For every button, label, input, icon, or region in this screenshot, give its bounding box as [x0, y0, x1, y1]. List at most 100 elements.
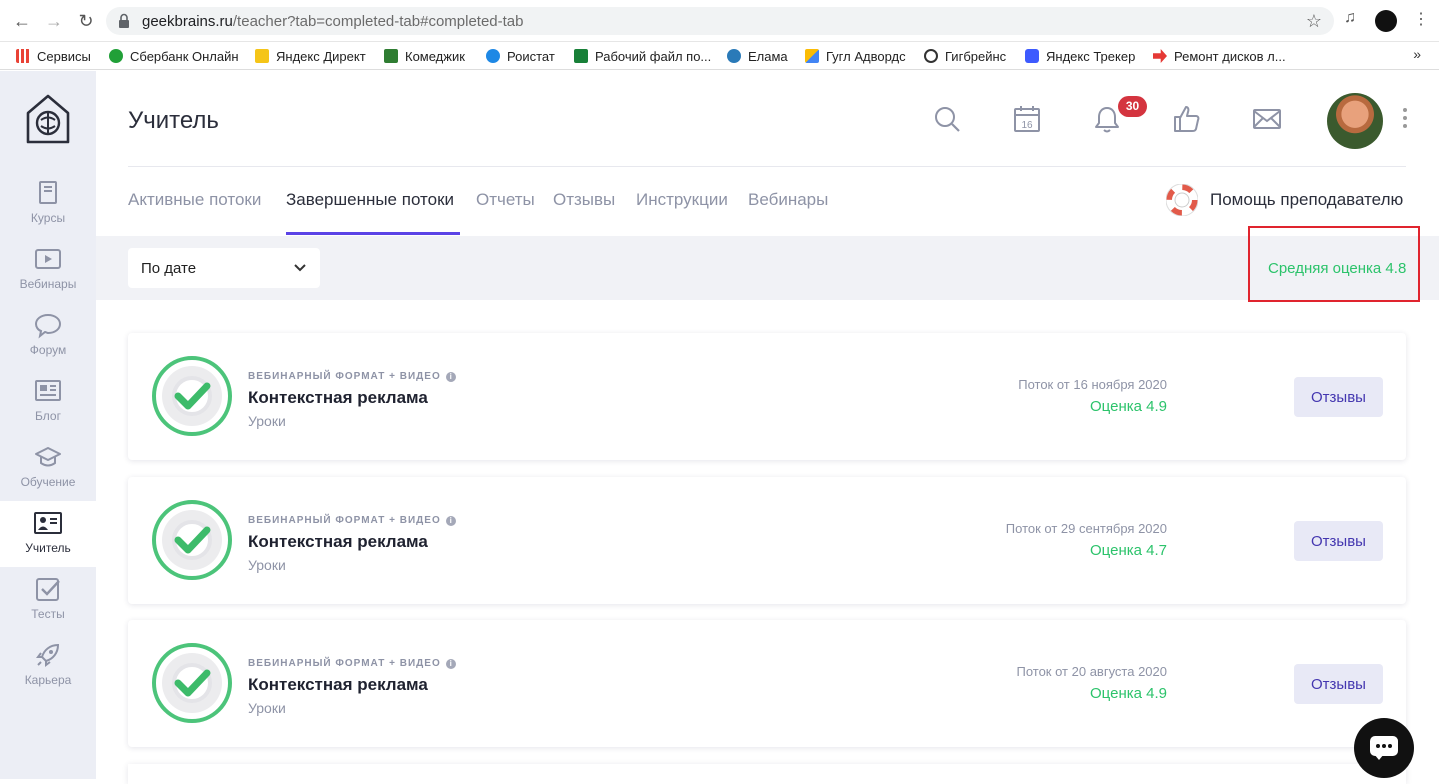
- profile-avatar[interactable]: [1375, 10, 1397, 32]
- tab-reports[interactable]: Отчеты: [476, 190, 535, 210]
- bookmark-item[interactable]: Комеджик: [384, 47, 465, 65]
- bookmark-item[interactable]: Яндекс Трекер: [1025, 47, 1135, 65]
- course-subtitle: Уроки: [248, 557, 286, 573]
- sidebar-item-label: Карьера: [24, 673, 72, 687]
- reviews-button[interactable]: Отзывы: [1294, 521, 1383, 561]
- geekbrains-icon: [924, 49, 938, 63]
- chat-icon: [1370, 736, 1398, 756]
- teacher-board-icon: [34, 512, 62, 534]
- bookmark-item[interactable]: Яндекс Директ: [255, 47, 366, 65]
- address-bar[interactable]: geekbrains.ru/teacher?tab=completed-tab#…: [106, 7, 1334, 35]
- reload-icon[interactable]: ↻: [74, 9, 98, 33]
- sidebar-item-forum[interactable]: Форум: [0, 303, 96, 369]
- sidebar-item-education[interactable]: Обучение: [0, 435, 96, 501]
- stream-date: Поток от 20 августа 2020: [1016, 664, 1167, 679]
- bookmark-star-icon[interactable]: ☆: [1306, 11, 1322, 32]
- header-divider: [128, 166, 1406, 167]
- sidebar-item-label: Учитель: [25, 541, 71, 555]
- sber-logo-icon: [109, 49, 123, 63]
- sidebar-item-webinars[interactable]: Вебинары: [0, 237, 96, 303]
- lifebuoy-icon: [1166, 184, 1198, 216]
- sidebar-item-label: Блог: [35, 409, 61, 423]
- sidebar-item-teacher[interactable]: Учитель: [0, 501, 96, 567]
- red-arrow-icon: [1153, 49, 1167, 63]
- sidebar-item-career[interactable]: Карьера: [0, 633, 96, 699]
- page-title: Учитель: [128, 107, 219, 134]
- notifications-badge: 30: [1118, 96, 1147, 117]
- average-rating: Средняя оценка 4.8: [1268, 260, 1407, 277]
- sidebar-item-label: Обучение: [20, 475, 76, 489]
- chart-icon: [384, 49, 398, 63]
- checkbox-icon: [36, 578, 60, 601]
- reviews-button[interactable]: Отзывы: [1294, 377, 1383, 417]
- yandex-direct-icon: [255, 49, 269, 63]
- teacher-help-link[interactable]: Помощь преподавателю: [1166, 184, 1403, 216]
- course-subtitle: Уроки: [248, 700, 286, 716]
- bookmark-item[interactable]: Рабочий файл по...: [574, 47, 711, 65]
- bookmark-item[interactable]: Елама: [727, 47, 788, 65]
- filter-bar: По дате Средняя оценка 4.8: [96, 226, 1439, 302]
- course-card: ВЕБИНАРНЫЙ ФОРМАТ + ВИДЕО i Контекстная р…: [128, 620, 1406, 747]
- rocket-icon: [36, 643, 60, 667]
- course-name: Контекстная реклама: [248, 388, 428, 407]
- calendar-icon[interactable]: 16: [1012, 104, 1042, 134]
- bookmarks-bar: Сервисы Сбербанк Онлайн Яндекс Директ Ко…: [0, 42, 1439, 70]
- sidebar-item-label: Тесты: [31, 607, 65, 621]
- forward-arrow-icon[interactable]: →: [42, 9, 66, 33]
- bookmark-item[interactable]: Гугл Адвордс: [805, 47, 906, 65]
- chat-widget-button[interactable]: [1354, 718, 1414, 778]
- course-name: Контекстная реклама: [248, 532, 428, 551]
- media-control-icon[interactable]: ♫: [1344, 9, 1356, 27]
- info-icon[interactable]: i: [445, 371, 456, 382]
- tab-webinars[interactable]: Вебинары: [748, 190, 828, 210]
- browser-toolbar: ← → ↻ geekbrains.ru/teacher?tab=complete…: [0, 0, 1439, 42]
- completed-check-icon: [152, 500, 232, 580]
- info-icon[interactable]: i: [445, 658, 456, 669]
- chevron-down-icon: [294, 264, 306, 272]
- course-card: ВЕБИНАРНЫЙ ФОРМАТ + ВИДЕО i Контекстная р…: [128, 477, 1406, 604]
- tab-instructions[interactable]: Инструкции: [636, 190, 728, 210]
- google-ads-icon: [805, 49, 819, 63]
- mail-icon[interactable]: [1252, 104, 1282, 134]
- sidebar-item-label: Форум: [29, 343, 67, 357]
- sort-select[interactable]: По дате: [128, 248, 320, 288]
- sidebar-item-label: Курсы: [30, 211, 66, 225]
- bookmark-item[interactable]: Роистат: [486, 47, 555, 65]
- globe-icon: [727, 49, 741, 63]
- bookmark-services[interactable]: Сервисы: [16, 47, 91, 65]
- graduation-cap-icon: [35, 447, 61, 467]
- browser-menu-icon[interactable]: ⋮: [1413, 9, 1429, 29]
- bookmark-item[interactable]: Гигбрейнс: [924, 47, 1006, 65]
- sidebar-item-tests[interactable]: Тесты: [0, 567, 96, 633]
- search-icon[interactable]: [932, 104, 962, 134]
- sidebar-item-blog[interactable]: Блог: [0, 369, 96, 435]
- stream-date: Поток от 29 сентября 2020: [1005, 521, 1167, 536]
- tab-reviews[interactable]: Отзывы: [553, 190, 615, 210]
- course-format: ВЕБИНАРНЫЙ ФОРМАТ + ВИДЕО i: [248, 658, 456, 669]
- bookmark-item[interactable]: Ремонт дисков л...: [1153, 47, 1286, 65]
- reviews-button[interactable]: Отзывы: [1294, 664, 1383, 704]
- completed-check-icon: [152, 643, 232, 723]
- stream-rating: Оценка 4.7: [1090, 542, 1167, 559]
- stream-rating: Оценка 4.9: [1090, 685, 1167, 702]
- sidebar-item-label: Вебинары: [19, 277, 77, 291]
- sidebar: Курсы Вебинары Форум Блог Обучение Учите…: [0, 71, 96, 779]
- course-card-partial: [128, 764, 1406, 784]
- tab-completed-streams[interactable]: Завершенные потоки: [286, 190, 454, 210]
- thumbs-up-icon[interactable]: [1172, 104, 1202, 134]
- url-text: geekbrains.ru/teacher?tab=completed-tab#…: [142, 13, 524, 30]
- play-icon: [35, 249, 61, 269]
- tab-active-streams[interactable]: Активные потоки: [128, 190, 261, 210]
- lock-icon: [119, 13, 129, 28]
- back-arrow-icon[interactable]: ←: [10, 9, 34, 33]
- sidebar-item-courses[interactable]: Курсы: [0, 171, 96, 237]
- info-icon[interactable]: i: [445, 515, 456, 526]
- geekbrains-logo-icon[interactable]: [24, 93, 72, 145]
- more-options-icon[interactable]: [1398, 108, 1412, 134]
- sheets-icon: [574, 49, 588, 63]
- tracker-icon: [1025, 49, 1039, 63]
- bookmarks-more-button[interactable]: »: [1413, 46, 1421, 62]
- course-name: Контекстная реклама: [248, 675, 428, 694]
- bookmark-item[interactable]: Сбербанк Онлайн: [109, 47, 239, 65]
- user-avatar[interactable]: [1327, 93, 1383, 149]
